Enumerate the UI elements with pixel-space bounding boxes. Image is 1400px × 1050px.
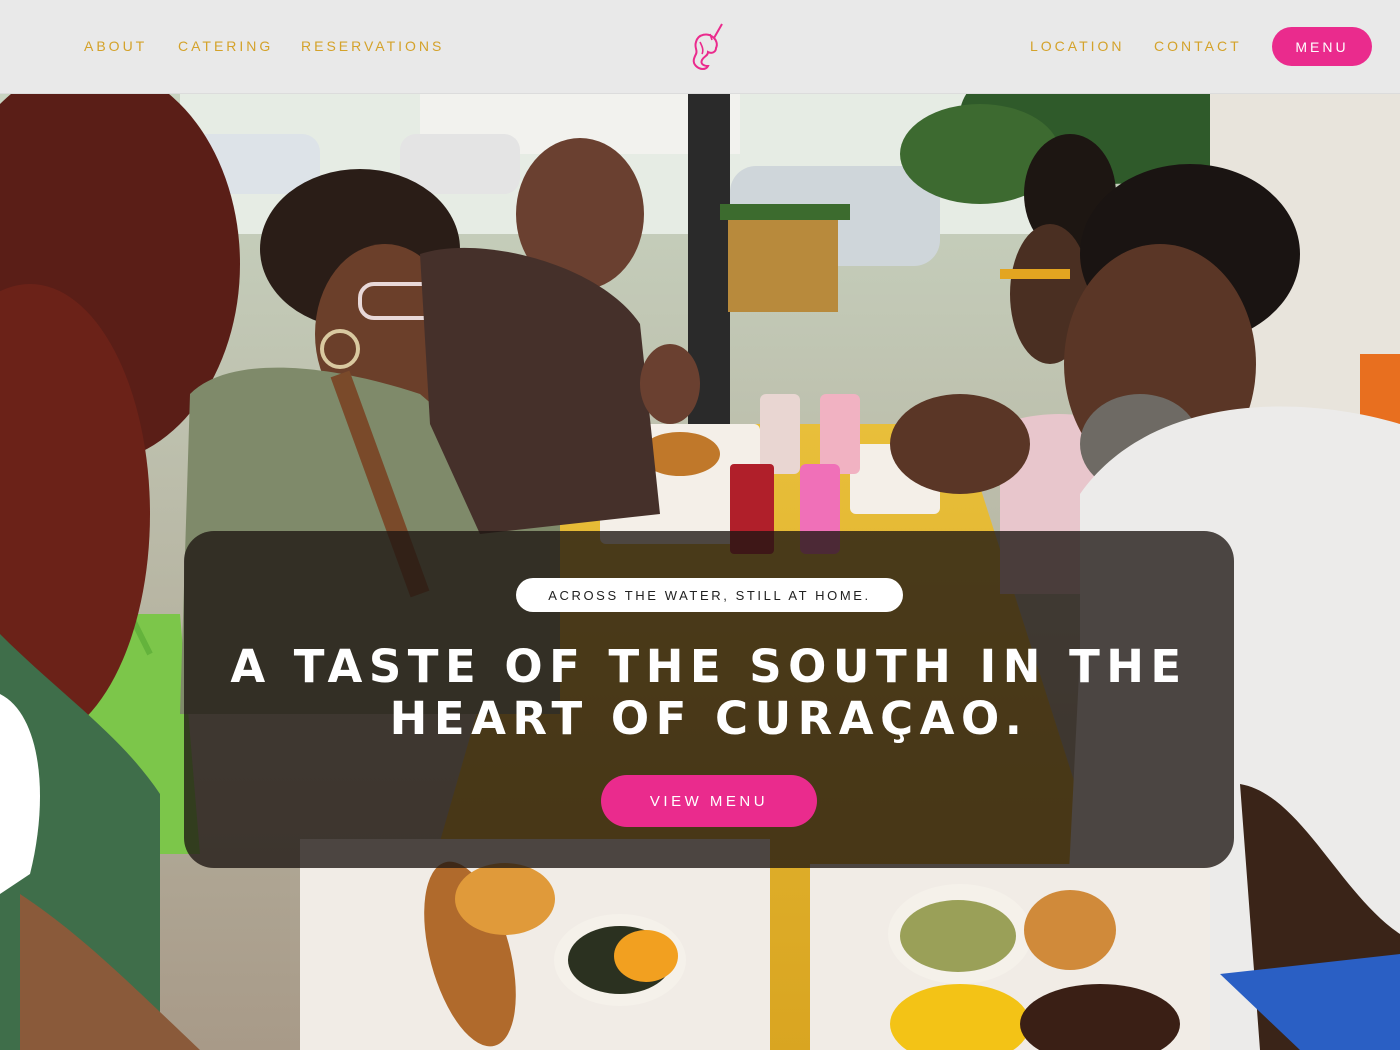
menu-button[interactable]: MENU xyxy=(1272,27,1372,66)
nav-reservations-link[interactable]: RESERVATIONS xyxy=(301,38,444,54)
nav-contact-link[interactable]: CONTACT xyxy=(1154,38,1242,54)
hero-headline: A TASTE OF THE SOUTH IN THE HEART OF CUR… xyxy=(184,641,1234,745)
site-header: ABOUT CATERING RESERVATIONS LOCATION CON… xyxy=(0,0,1400,94)
unicorn-logo-icon[interactable] xyxy=(686,20,730,74)
nav-location-link[interactable]: LOCATION xyxy=(1030,38,1125,54)
view-menu-button[interactable]: VIEW MENU xyxy=(601,775,817,827)
hero-headline-line-2: HEART OF CURAÇAO. xyxy=(389,692,1029,745)
nav-about-link[interactable]: ABOUT xyxy=(84,38,147,54)
nav-catering-link[interactable]: CATERING xyxy=(178,38,273,54)
hero-headline-line-1: A TASTE OF THE SOUTH IN THE xyxy=(230,640,1188,693)
hero-tagline-badge: ACROSS THE WATER, STILL AT HOME. xyxy=(516,578,903,612)
